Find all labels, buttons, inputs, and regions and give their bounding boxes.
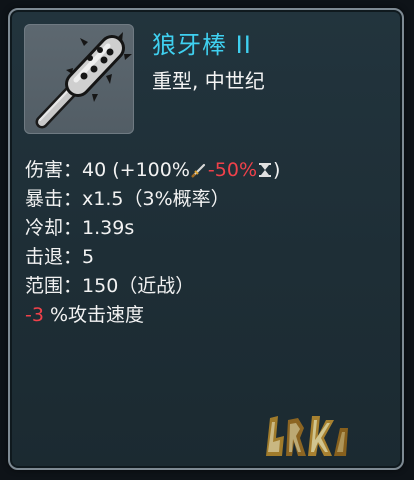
stat-label: 暴击 (25, 188, 64, 210)
stat-value: 150（近战） (82, 275, 195, 297)
item-category: 重型, 中世纪 (152, 69, 265, 93)
stat-range: 范围：150（近战） (25, 272, 395, 301)
stat-colon: ： (63, 275, 83, 297)
item-tooltip-panel: 狼牙棒 II 重型, 中世纪 伤害：40 (+100% -50%) 暴击：x1.5… (8, 8, 404, 470)
item-icon-frame (24, 24, 134, 134)
tooltip-screen: ▪▫▪ ▫▪▫ ▪▫▪ ▫▪▫▪ (0, 0, 414, 480)
stat-label: 伤害 (25, 159, 64, 181)
hourglass-icon (258, 158, 272, 187)
stat-value: 1.39s (82, 217, 135, 239)
stat-knockback: 击退：5 (25, 243, 395, 272)
item-name: 狼牙棒 II (152, 31, 252, 59)
stat-colon: ： (63, 217, 83, 239)
stat-value: 5 (82, 246, 95, 268)
damage-penalty: -50% (207, 159, 257, 181)
stat-value-end: ) (273, 159, 281, 181)
attack-speed-label: %攻击速度 (50, 304, 145, 326)
rarity-glyph-icon (266, 416, 348, 456)
stat-colon: ： (63, 246, 83, 268)
sword-icon (191, 158, 207, 187)
stat-cooldown: 冷却：1.39s (25, 214, 395, 243)
stat-label: 范围 (25, 275, 64, 297)
stat-attack-speed: -3 %攻击速度 (25, 301, 395, 330)
stat-crit: 暴击：x1.5（3%概率） (25, 185, 395, 214)
stat-value: x1.5（3%概率） (82, 188, 230, 210)
stat-label: 冷却 (25, 217, 64, 239)
stat-label: 击退 (25, 246, 64, 268)
stat-colon: ： (63, 159, 83, 181)
stat-value: 40 (+100% (82, 159, 190, 181)
stats-list: 伤害：40 (+100% -50%) 暴击：x1.5（3%概率） 冷却：1.39s… (25, 156, 395, 330)
stat-colon: ： (63, 188, 83, 210)
attack-speed-modifier: -3 (25, 304, 44, 326)
stat-damage: 伤害：40 (+100% -50%) (25, 156, 395, 185)
spiked-mace-icon (35, 32, 132, 129)
